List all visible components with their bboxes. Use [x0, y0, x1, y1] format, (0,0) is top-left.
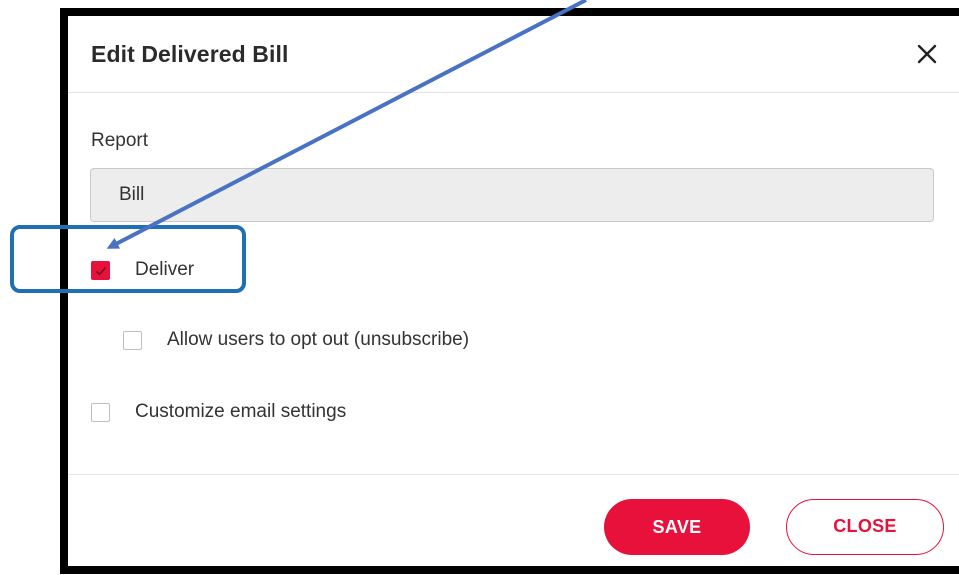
report-field: Bill [90, 168, 934, 222]
customize-email-checkbox-row[interactable]: Customize email settings [91, 401, 346, 423]
annotation-highlight-box [10, 225, 246, 293]
opt-out-label: Allow users to opt out (unsubscribe) [167, 329, 470, 350]
dialog-title: Edit Delivered Bill [91, 41, 289, 67]
screen: Edit Delivered Bill Report Bill Deliver … [0, 0, 959, 575]
save-button[interactable]: SAVE [604, 499, 750, 555]
close-button[interactable]: CLOSE [786, 499, 944, 555]
opt-out-checkbox-row[interactable]: Allow users to opt out (unsubscribe) [123, 329, 469, 351]
close-icon[interactable] [913, 40, 943, 70]
dialog-header: Edit Delivered Bill [68, 16, 959, 93]
report-label: Report [91, 130, 149, 151]
opt-out-checkbox[interactable] [123, 330, 142, 350]
customize-email-checkbox[interactable] [91, 402, 110, 422]
footer-divider [68, 474, 959, 475]
customize-email-label: Customize email settings [135, 401, 347, 422]
